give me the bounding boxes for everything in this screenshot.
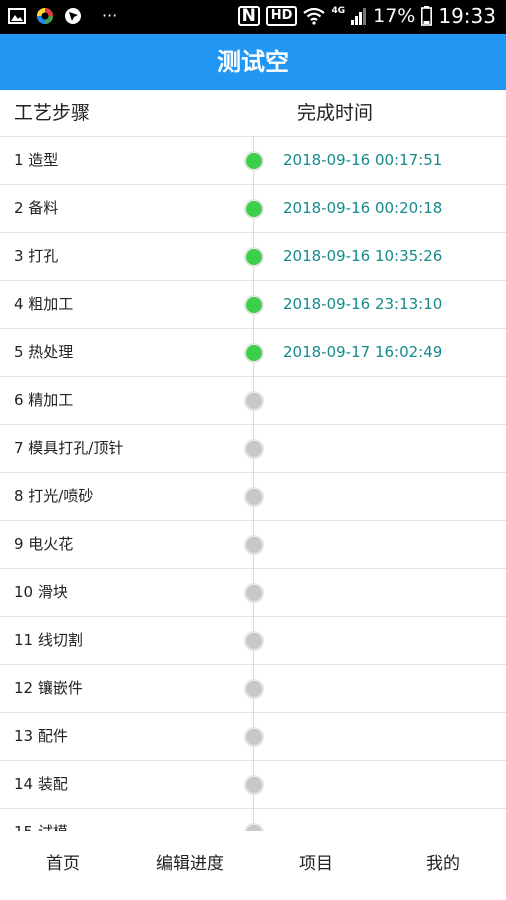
status-dot-pending-icon (244, 583, 264, 603)
battery-icon (421, 6, 433, 26)
battery-percent: 17% (373, 5, 416, 27)
completion-time: 2018-09-16 23:13:10 (283, 295, 443, 313)
status-dot-pending-icon (244, 535, 264, 555)
bottom-navigation: 首页 编辑进度 项目 我的 (0, 831, 506, 900)
status-dot-done-icon (244, 343, 264, 363)
completion-time: 2018-09-17 16:02:49 (283, 343, 443, 361)
step-name: 9 电火花 (14, 535, 74, 553)
step-name: 8 打光/喷砂 (14, 487, 94, 505)
table-row[interactable]: 9 电火花 (0, 521, 506, 569)
step-name: 2 备料 (14, 199, 59, 217)
process-step-list[interactable]: 1 造型 2018-09-16 00:17:51 2 备料 2018-09-16 00… (0, 137, 506, 831)
column-header-time: 完成时间 (297, 102, 374, 124)
status-right-icons: N HD 4G 17% 19:33 (237, 4, 496, 28)
table-row[interactable]: 6 精加工 (0, 377, 506, 425)
status-dot-pending-icon (244, 727, 264, 747)
step-name: 1 造型 (14, 151, 59, 169)
step-name: 10 滑块 (14, 583, 68, 601)
table-row[interactable]: 15 试模 (0, 809, 506, 831)
table-row[interactable]: 4 粗加工 2018-09-16 23:13:10 (0, 281, 506, 329)
table-row[interactable]: 7 模具打孔/顶针 (0, 425, 506, 473)
image-icon (8, 7, 26, 24)
table-row[interactable]: 13 配件 (0, 713, 506, 761)
table-row[interactable]: 14 装配 (0, 761, 506, 809)
status-dot-done-icon (244, 199, 264, 219)
step-name: 14 装配 (14, 775, 68, 793)
status-dot-pending-icon (244, 391, 264, 411)
table-header: 工艺步骤 完成时间 (0, 90, 506, 137)
completion-time: 2018-09-16 00:20:18 (283, 199, 443, 217)
nav-projects[interactable]: 项目 (253, 831, 379, 900)
nav-home[interactable]: 首页 (0, 831, 126, 900)
column-header-step: 工艺步骤 (14, 102, 91, 124)
table-row[interactable]: 11 线切割 (0, 617, 506, 665)
hd-icon: HD (265, 6, 298, 26)
step-name: 5 热处理 (14, 343, 74, 361)
app-color-icon (37, 7, 53, 24)
title-bar: 测试空 (0, 34, 506, 90)
more-icon: ··· (102, 6, 118, 25)
app-arrow-icon (65, 7, 81, 24)
table-row[interactable]: 12 镶嵌件 (0, 665, 506, 713)
step-name: 3 打孔 (14, 247, 59, 265)
network-type: 4G (331, 6, 346, 16)
step-name: 6 精加工 (14, 391, 74, 409)
status-dot-done-icon (244, 151, 264, 171)
table-row[interactable]: 10 滑块 (0, 569, 506, 617)
page-title: 测试空 (217, 48, 289, 76)
table-row[interactable]: 5 热处理 2018-09-17 16:02:49 (0, 329, 506, 377)
status-dot-pending-icon (244, 487, 264, 507)
nav-mine[interactable]: 我的 (380, 831, 506, 900)
completion-time: 2018-09-16 00:17:51 (283, 151, 443, 169)
status-dot-pending-icon (244, 679, 264, 699)
step-name: 13 配件 (14, 727, 68, 745)
table-row[interactable]: 8 打光/喷砂 (0, 473, 506, 521)
signal-icon (351, 8, 367, 25)
step-name: 11 线切割 (14, 631, 83, 649)
status-dot-pending-icon (244, 631, 264, 651)
completion-time: 2018-09-16 10:35:26 (283, 247, 443, 265)
table-row[interactable]: 3 打孔 2018-09-16 10:35:26 (0, 233, 506, 281)
table-row[interactable]: 2 备料 2018-09-16 00:20:18 (0, 185, 506, 233)
step-name: 4 粗加工 (14, 295, 74, 313)
status-left-icons: ··· (8, 6, 117, 25)
clock: 19:33 (438, 4, 496, 28)
wifi-icon (303, 7, 326, 25)
status-dot-done-icon (244, 247, 264, 267)
status-dot-pending-icon (244, 439, 264, 459)
status-dot-pending-icon (244, 775, 264, 795)
table-row[interactable]: 1 造型 2018-09-16 00:17:51 (0, 137, 506, 185)
status-dot-done-icon (244, 295, 264, 315)
status-bar: ··· N HD 4G 17% 19:33 (0, 0, 506, 34)
step-name: 12 镶嵌件 (14, 679, 83, 697)
step-name: 7 模具打孔/顶针 (14, 439, 124, 457)
nav-edit-progress[interactable]: 编辑进度 (127, 831, 253, 900)
nfc-icon: N (237, 6, 260, 26)
step-name: 15 试模 (14, 809, 68, 831)
status-dot-pending-icon (244, 823, 264, 831)
